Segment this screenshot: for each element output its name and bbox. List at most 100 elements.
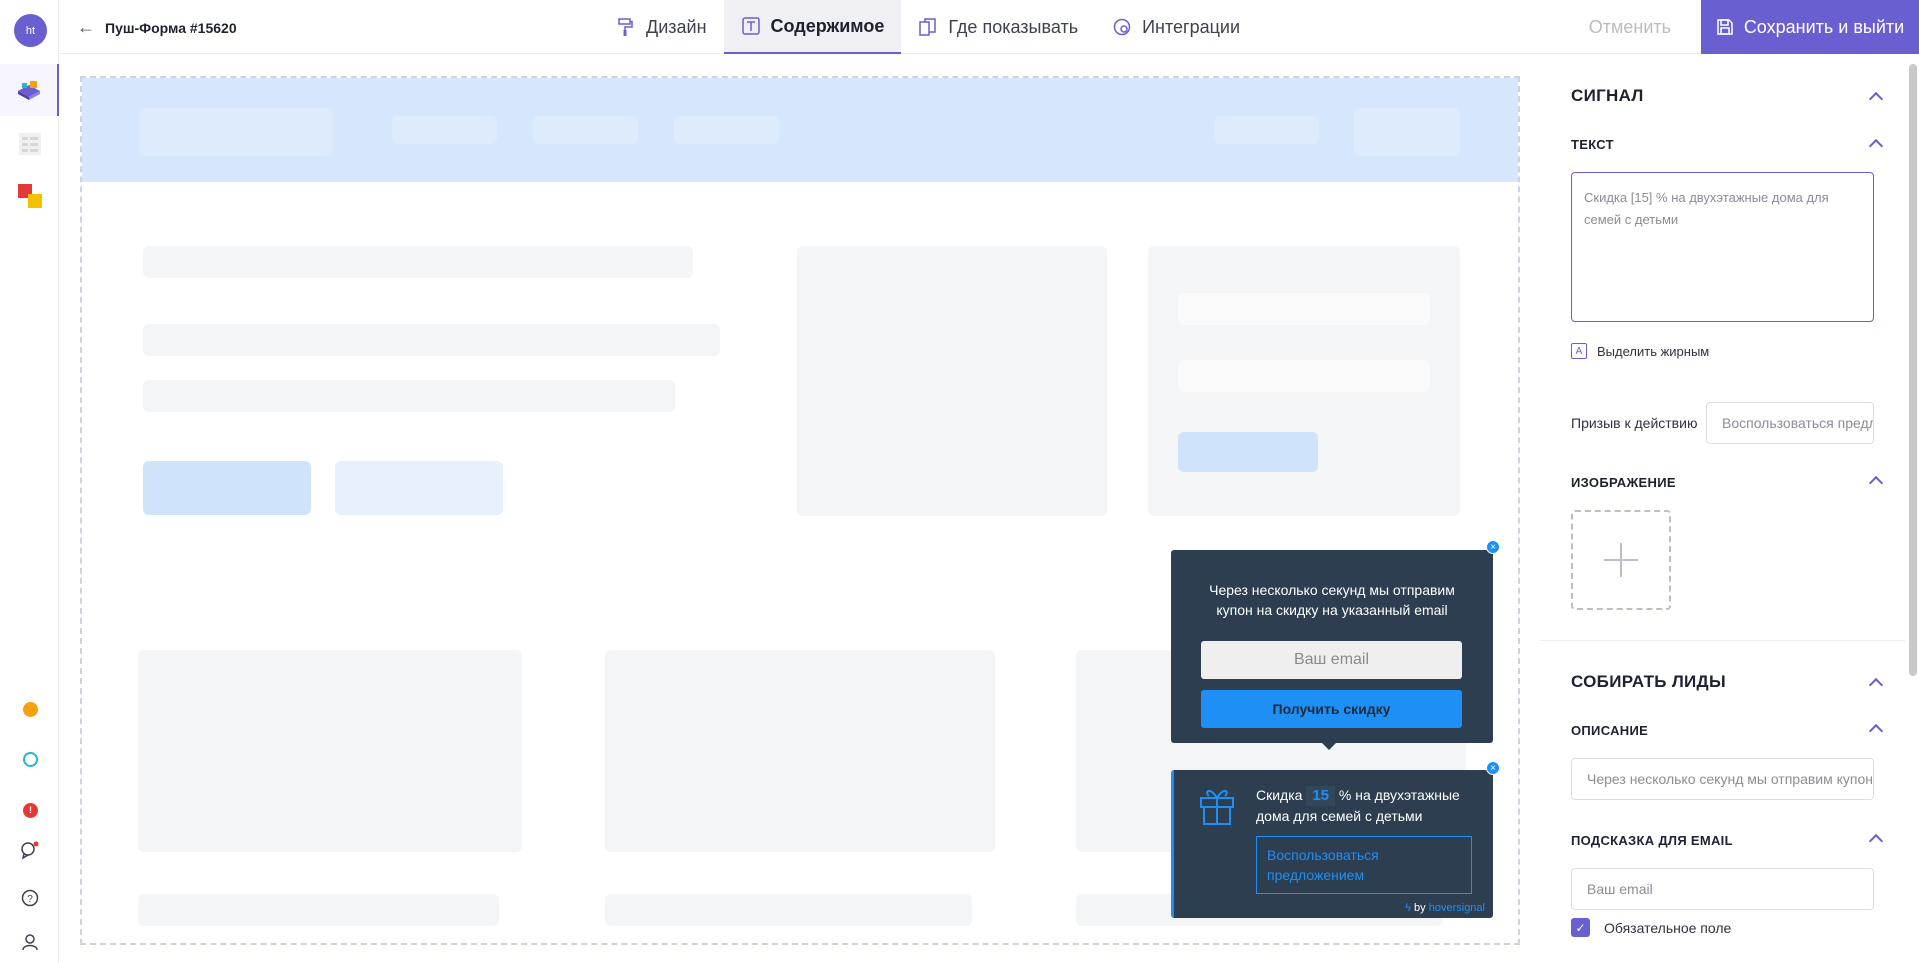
- chevron-up-icon[interactable]: [1868, 677, 1884, 693]
- mockup-tile: [605, 650, 995, 852]
- mockup-nav: [1214, 116, 1319, 144]
- mockup-card-button: [1178, 432, 1318, 472]
- chevron-up-icon[interactable]: [1868, 475, 1884, 491]
- tab-content-label: Содержимое: [770, 15, 885, 36]
- settings-panel: СИГНАЛ ТЕКСТ Скидка [15] % на двухэтажны…: [1540, 54, 1919, 963]
- brand-link[interactable]: hoversignal: [1429, 902, 1485, 914]
- mockup-card: [1148, 246, 1460, 516]
- chevron-up-icon[interactable]: [1868, 723, 1884, 739]
- cancel-button[interactable]: Отменить: [1589, 17, 1671, 38]
- status-dot-cyan[interactable]: [23, 752, 38, 767]
- mockup-logo: [139, 108, 333, 156]
- top-bar: ← Пуш-Форма #15620 Дизайн Содержимое Где: [59, 0, 1919, 54]
- status-dot-red[interactable]: !: [23, 803, 38, 818]
- mockup-image: [797, 246, 1107, 516]
- rail-help[interactable]: ?: [0, 878, 59, 918]
- email-hint-section-title: ПОДСКАЗКА ДЛЯ EMAIL: [1571, 833, 1733, 848]
- chevron-up-icon[interactable]: [1868, 91, 1884, 107]
- close-icon[interactable]: ×: [1486, 761, 1500, 775]
- bold-text-icon: A: [1571, 343, 1587, 359]
- bold-option[interactable]: A Выделить жирным: [1571, 343, 1709, 359]
- tab-where-to-show-label: Где показывать: [948, 16, 1079, 37]
- arrow-left-icon: ←: [77, 17, 95, 37]
- lead-form-popup: Через несколько секунд мы отправим купон…: [1171, 550, 1493, 743]
- cta-input[interactable]: Воспользоваться предложением: [1706, 402, 1874, 444]
- text-section-title: ТЕКСТ: [1571, 137, 1614, 152]
- mockup-line: [138, 894, 499, 926]
- status-dot-orange[interactable]: [23, 702, 38, 717]
- mockup-nav: [533, 116, 638, 144]
- powered-by-label: by: [1414, 902, 1426, 914]
- mockup-header: [82, 78, 1518, 182]
- gift-icon: [1200, 790, 1234, 825]
- signal-section-title: СИГНАЛ: [1571, 86, 1644, 105]
- mockup-card-field: [1178, 293, 1430, 325]
- left-rail: ht ! ?: [0, 0, 59, 963]
- mockup-line: [143, 246, 693, 278]
- page-title: Пуш-Форма #15620: [105, 19, 237, 36]
- tab-integrations-label: Интеграции: [1142, 16, 1241, 37]
- signal-text: Скидка 15 % на двухэтажные дома для семе…: [1256, 785, 1481, 826]
- close-icon[interactable]: ×: [1486, 540, 1500, 554]
- mockup-nav: [674, 116, 779, 144]
- chat-icon: [20, 841, 38, 860]
- save-and-exit-label: Сохранить и выйти: [1743, 16, 1905, 37]
- rail-profile[interactable]: [0, 922, 59, 962]
- chevron-up-icon[interactable]: [1868, 138, 1884, 154]
- panel-scrollbar[interactable]: [1909, 64, 1917, 676]
- editor-tabs: Дизайн Содержимое Где показывать Интегра…: [599, 0, 1257, 54]
- section-divider: [1540, 640, 1905, 641]
- cta-label: Призыв к действию: [1571, 415, 1698, 431]
- image-section-title: ИЗОБРАЖЕНИЕ: [1571, 475, 1676, 490]
- signal-text-field[interactable]: Скидка [15] % на двухэтажные дома для се…: [1571, 172, 1874, 322]
- signal-text-before: Скидка: [1256, 787, 1303, 803]
- mockup-card-field: [1178, 360, 1430, 392]
- tab-design-label: Дизайн: [646, 16, 707, 37]
- tab-integrations[interactable]: Интеграции: [1095, 0, 1257, 54]
- user-avatar[interactable]: ht: [14, 14, 47, 47]
- rail-widgets[interactable]: [0, 64, 59, 116]
- pages-icon: [919, 18, 937, 36]
- checkmark-icon: ✓: [1571, 918, 1590, 937]
- email-hint-input[interactable]: Ваш email: [1571, 868, 1874, 910]
- required-field-label: Обязательное поле: [1604, 919, 1732, 936]
- widgets-icon: [17, 81, 40, 100]
- powered-by[interactable]: ϟ by hoversignal: [1405, 902, 1485, 914]
- rail-chat[interactable]: [0, 830, 59, 870]
- signal-number: 15: [1306, 786, 1336, 806]
- tab-design[interactable]: Дизайн: [599, 0, 724, 54]
- mockup-button: [1354, 108, 1460, 156]
- rail-list[interactable]: [0, 118, 59, 170]
- chevron-up-icon[interactable]: [1868, 833, 1884, 849]
- description-section-title: ОПИСАНИЕ: [1571, 723, 1649, 738]
- tab-content[interactable]: Содержимое: [723, 0, 902, 54]
- paint-roller-icon: [618, 18, 633, 36]
- save-and-exit-button[interactable]: Сохранить и выйти: [1701, 0, 1919, 54]
- apps-icon: [17, 184, 42, 208]
- lead-form-email-input[interactable]: Ваш email: [1201, 641, 1462, 679]
- signal-popup: Скидка 15 % на двухэтажные дома для семе…: [1171, 770, 1493, 918]
- mockup-line: [605, 894, 972, 926]
- signal-cta-button[interactable]: Воспользоваться предложением: [1256, 836, 1472, 894]
- text-icon: [741, 17, 760, 35]
- floppy-disk-icon: [1717, 19, 1733, 35]
- mockup-secondary-button: [335, 461, 503, 515]
- popup-pointer: [1321, 742, 1337, 750]
- profile-icon: [21, 934, 38, 951]
- description-input[interactable]: Через несколько секунд мы отправим купон…: [1571, 758, 1874, 800]
- mockup-line: [143, 324, 720, 356]
- integration-icon: [1113, 18, 1131, 36]
- bold-option-label: Выделить жирным: [1597, 343, 1710, 359]
- svg-text:?: ?: [27, 894, 33, 905]
- back-link[interactable]: ← Пуш-Форма #15620: [77, 17, 237, 38]
- list-icon: [18, 133, 41, 155]
- mockup-primary-button: [143, 461, 311, 515]
- help-icon: ?: [21, 889, 38, 907]
- tab-where-to-show[interactable]: Где показывать: [901, 0, 1095, 54]
- mockup-nav: [392, 116, 497, 144]
- image-upload[interactable]: [1571, 510, 1671, 610]
- required-field-checkbox[interactable]: ✓ Обязательное поле: [1571, 918, 1731, 937]
- get-discount-button[interactable]: Получить скидку: [1201, 690, 1462, 728]
- rail-apps[interactable]: [0, 170, 59, 222]
- bolt-icon: ϟ: [1405, 902, 1411, 914]
